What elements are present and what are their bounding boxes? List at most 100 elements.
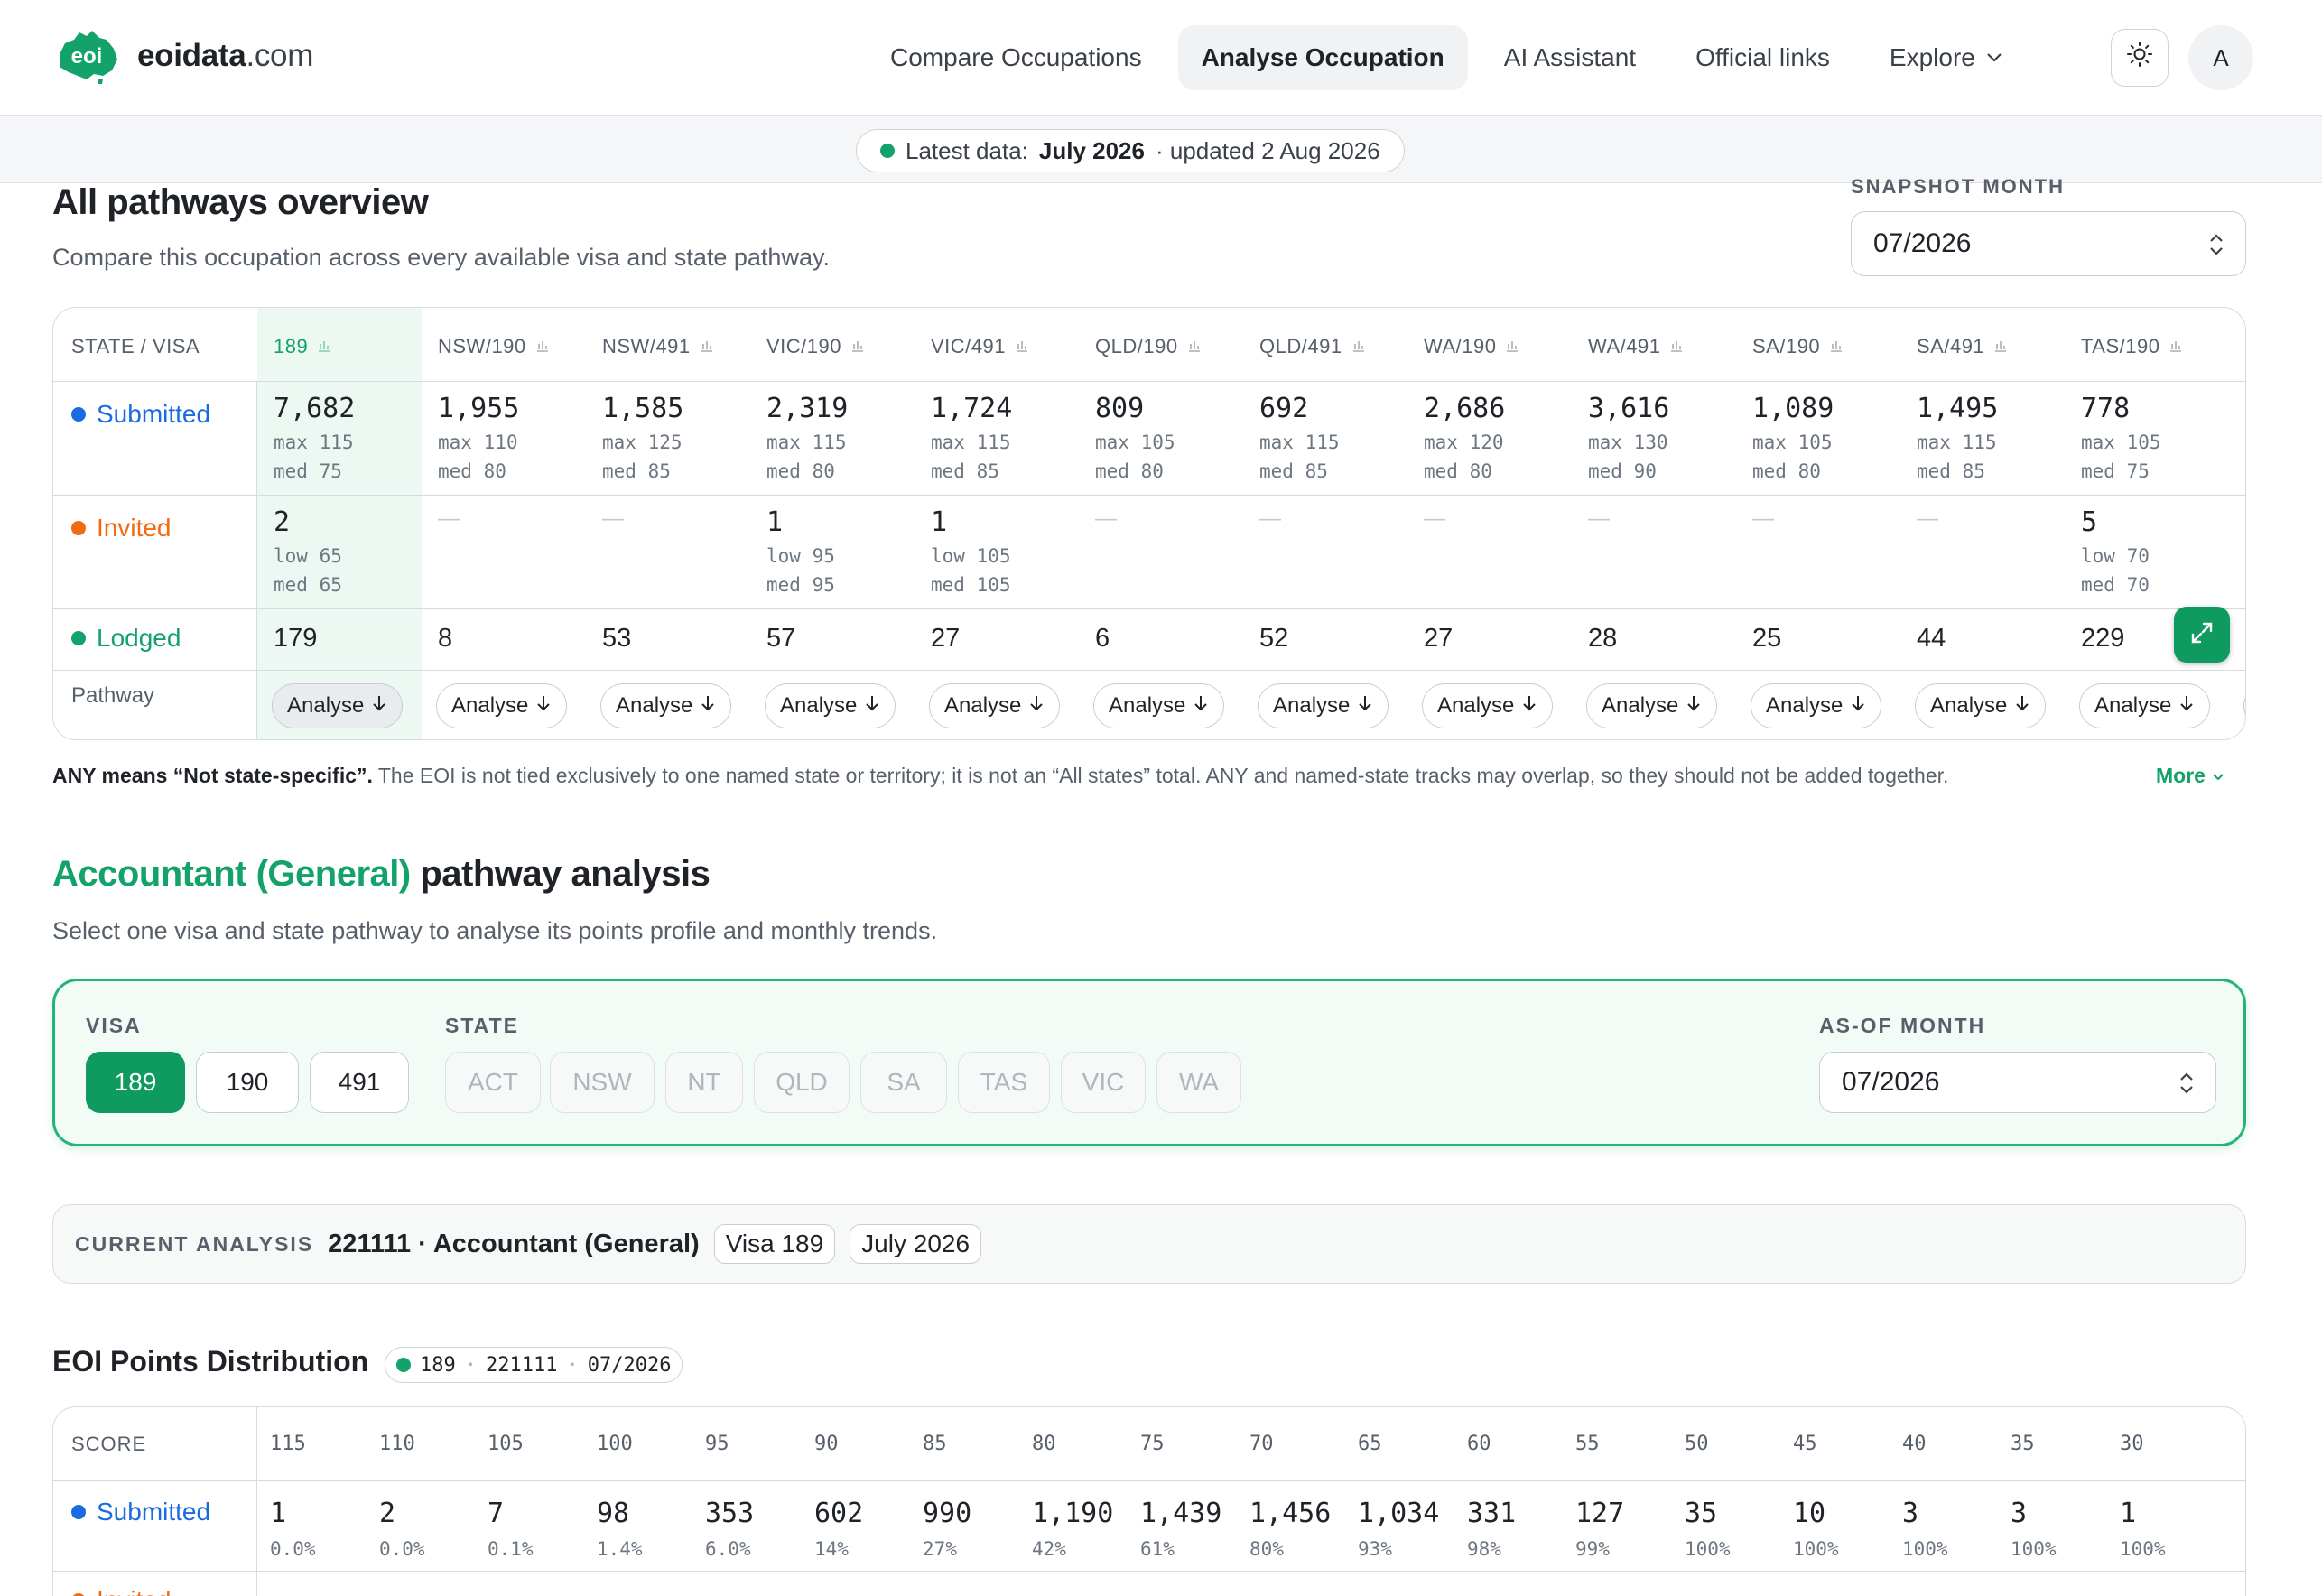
distribution-submitted-cell: 3 100% xyxy=(2011,1498,2057,1560)
analyse-button[interactable]: Analyse xyxy=(765,683,896,728)
submitted-cell: 1,724 max 115 med 85 xyxy=(931,393,1013,482)
user-avatar[interactable]: A xyxy=(2188,25,2253,90)
site-logo[interactable]: eoi eoidata.com xyxy=(52,27,313,85)
latest-data-updated: · updated 2 Aug 2026 xyxy=(1155,136,1380,164)
analyse-button[interactable]: Analyse xyxy=(2079,683,2211,728)
score-header: 30 xyxy=(2120,1433,2144,1455)
lodged-cell: 27 xyxy=(931,624,961,653)
select-updown-icon xyxy=(2207,227,2225,263)
analyse-button[interactable]: Analyse xyxy=(1915,683,2047,728)
distribution-submitted-cell: 1 0.0% xyxy=(270,1498,316,1560)
score-header: 65 xyxy=(1358,1433,1382,1455)
bar-chart-icon xyxy=(850,339,865,357)
column-header[interactable]: QLD/190 xyxy=(1079,308,1243,381)
analyse-button[interactable]: Analyse xyxy=(272,683,404,728)
lodged-cell: 27 xyxy=(1424,624,1454,653)
analyse-button[interactable]: Analyse xyxy=(2243,683,2245,728)
data-status-strip: Latest data: July 2026 · updated 2 Aug 2… xyxy=(0,116,2322,183)
lodged-row: Lodged 179 8 53 57 27 6 52 27 28 25 44 2… xyxy=(53,609,2245,671)
status-dot-icon xyxy=(880,144,895,158)
analyse-button[interactable]: Analyse xyxy=(1586,683,1718,728)
score-header-row: SCORE 115 110 105 100 95 90 85 80 75 70 65 60 55 50 45… xyxy=(53,1407,2245,1481)
nav-analyse-occupation[interactable]: Analyse Occupation xyxy=(1177,25,1468,90)
sun-icon xyxy=(2126,41,2153,75)
analyse-button[interactable]: Analyse xyxy=(929,683,1061,728)
current-occupation: 221111 · Accountant (General) xyxy=(328,1229,700,1258)
analyse-button[interactable]: Analyse xyxy=(600,683,732,728)
invited-cell-empty: — xyxy=(1095,506,1117,531)
invited-cell-empty: — xyxy=(1424,506,1445,531)
current-analysis-label: CURRENT ANALYSIS xyxy=(75,1231,314,1256)
nav-explore[interactable]: Explore xyxy=(1866,25,2026,90)
column-header[interactable]: NSW/190 xyxy=(422,308,586,381)
nav-ai-assistant[interactable]: AI Assistant xyxy=(1481,25,1659,90)
analyse-button[interactable]: Analyse xyxy=(1422,683,1554,728)
distribution-submitted-cell: 1,034 93% xyxy=(1358,1498,1440,1560)
nav-official-links[interactable]: Official links xyxy=(1672,25,1853,90)
distribution-submitted-label: Submitted xyxy=(71,1481,256,1526)
distribution-submitted-cell: 2 0.0% xyxy=(379,1498,425,1560)
state-chip-wa[interactable]: WA xyxy=(1156,1052,1241,1113)
column-header[interactable]: VIC/190 xyxy=(750,308,915,381)
arrow-down-icon xyxy=(1521,693,1537,719)
column-header[interactable]: QLD/491 xyxy=(1243,308,1407,381)
arrow-down-icon xyxy=(2014,693,2030,719)
distribution-submitted-cell: 98 1.4% xyxy=(597,1498,643,1560)
column-header[interactable]: TA xyxy=(2229,308,2245,381)
visa-chip-189[interactable]: 189 xyxy=(86,1052,185,1113)
more-link[interactable]: More xyxy=(2156,764,2225,788)
state-chip-tas[interactable]: TAS xyxy=(958,1052,1050,1113)
column-header[interactable]: SA/190 xyxy=(1736,308,1900,381)
bar-chart-icon xyxy=(1669,339,1684,357)
asof-month-select[interactable]: 07/2026 xyxy=(1819,1052,2216,1113)
chevron-down-icon xyxy=(2211,764,2225,787)
visa-chip-491[interactable]: 491 xyxy=(310,1052,409,1113)
submitted-cell: 7,682 max 115 med 75 xyxy=(274,393,356,482)
arrow-down-icon xyxy=(371,693,387,719)
analyse-button[interactable]: Analyse xyxy=(1751,683,1882,728)
analyse-button[interactable]: Analyse xyxy=(436,683,568,728)
pathways-overview-table: STATE / VISA 189 NSW/190 NSW/491 VIC/190… xyxy=(52,307,2246,740)
distribution-submitted-cell: 127 99% xyxy=(1575,1498,1625,1560)
analyse-button[interactable]: Analyse xyxy=(1093,683,1225,728)
submitted-dot-icon xyxy=(71,1505,86,1519)
column-header[interactable]: SA/491 xyxy=(1900,308,2065,381)
submitted-cell: 809 max 105 med 80 xyxy=(1095,393,1175,482)
nav-compare-occupations[interactable]: Compare Occupations xyxy=(867,25,1166,90)
score-header-label: SCORE xyxy=(71,1433,147,1455)
bar-chart-icon xyxy=(1351,339,1366,357)
state-chip-act[interactable]: ACT xyxy=(445,1052,541,1113)
column-header[interactable]: VIC/491 xyxy=(915,308,1079,381)
lodged-cell: 25 xyxy=(1752,624,1782,653)
state-chip-nsw[interactable]: NSW xyxy=(550,1052,655,1113)
column-header[interactable]: WA/491 xyxy=(1572,308,1736,381)
distribution-submitted-cell: 331 98% xyxy=(1467,1498,1517,1560)
invited-cell: 2 low 65 med 65 xyxy=(274,506,342,596)
lodged-cell: 28 xyxy=(1588,624,1618,653)
current-analysis-bar: CURRENT ANALYSIS 221111 · Accountant (Ge… xyxy=(52,1204,2246,1284)
state-label: STATE xyxy=(445,1014,519,1037)
invited-cell-empty: — xyxy=(1259,506,1281,531)
submitted-cell: 2,686 max 120 med 80 xyxy=(1424,393,1506,482)
invited-cell-empty: — xyxy=(1588,506,1610,531)
column-header[interactable]: NSW/491 xyxy=(586,308,750,381)
invited-cell: 1 low 95 med 95 xyxy=(766,506,835,596)
snapshot-month-select[interactable]: 07/2026 xyxy=(1851,211,2246,276)
state-chip-nt[interactable]: NT xyxy=(665,1052,743,1113)
state-chip-qld[interactable]: QLD xyxy=(754,1052,850,1113)
column-header[interactable]: WA/190 xyxy=(1407,308,1572,381)
state-chip-vic[interactable]: VIC xyxy=(1061,1052,1146,1113)
theme-toggle-button[interactable] xyxy=(2111,29,2169,87)
submitted-row-label: Submitted xyxy=(71,382,256,429)
score-header: 95 xyxy=(705,1433,729,1455)
score-header: 40 xyxy=(1902,1433,1927,1455)
analyse-button[interactable]: Analyse xyxy=(1258,683,1389,728)
select-updown-icon xyxy=(2178,1065,2196,1101)
expand-table-button[interactable] xyxy=(2174,607,2230,663)
score-header: 90 xyxy=(814,1433,839,1455)
visa-chip-190[interactable]: 190 xyxy=(196,1052,299,1113)
column-header[interactable]: TAS/190 xyxy=(2065,308,2229,381)
overview-subtitle: Compare this occupation across every ava… xyxy=(52,244,830,271)
column-header[interactable]: 189 xyxy=(257,308,422,381)
state-chip-sa[interactable]: SA xyxy=(860,1052,947,1113)
